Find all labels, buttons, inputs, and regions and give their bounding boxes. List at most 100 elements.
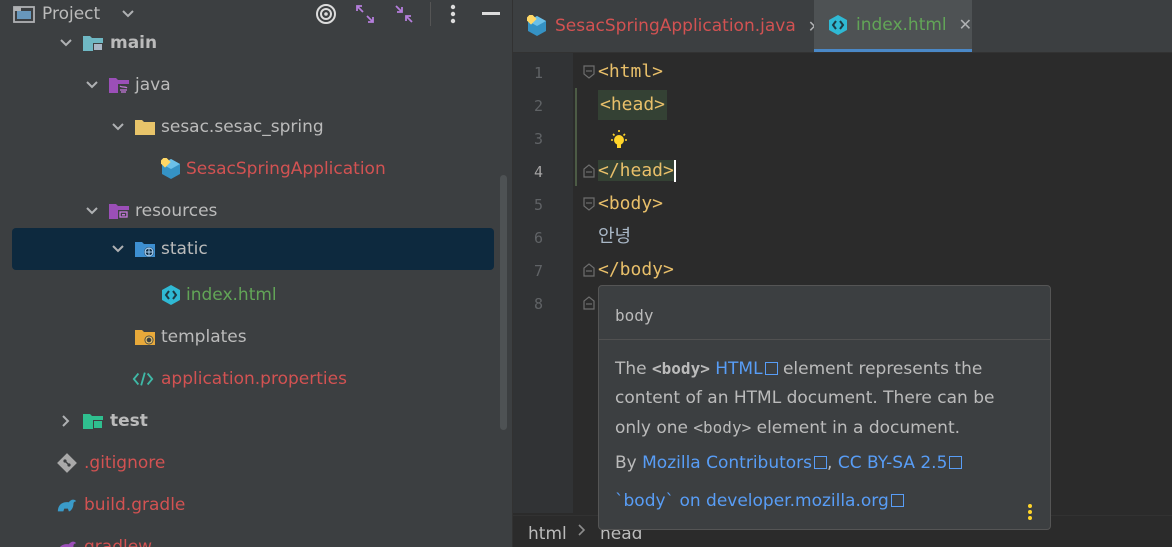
project-panel: Project main java sesac.sesac_spring Ses…: [0, 0, 512, 547]
doc-text: By: [615, 453, 643, 473]
chevron-down-icon[interactable]: [84, 203, 100, 219]
text-caret: [673, 160, 676, 182]
tree-item-resources[interactable]: resources: [0, 190, 512, 232]
project-panel-title[interactable]: Project: [42, 4, 100, 24]
mdn-source-link[interactable]: `body` on developer.mozilla.org: [615, 491, 889, 511]
tree-item-label: main: [110, 33, 158, 53]
license-link[interactable]: CC BY-SA 2.5: [838, 453, 948, 473]
chevron-down-icon[interactable]: [110, 241, 126, 257]
tree-item-label: gradlew: [84, 537, 153, 547]
code-line-7[interactable]: </body>: [598, 255, 674, 285]
doc-tag: <body>: [652, 359, 710, 378]
fold-marker-icon[interactable]: [583, 164, 595, 178]
tree-item-gitignore[interactable]: .gitignore: [0, 442, 512, 484]
tree-item-label: index.html: [186, 285, 277, 305]
tab-sesac-spring-application[interactable]: SesacSpringApplication.java ✕: [513, 0, 821, 52]
fold-marker-icon[interactable]: [583, 197, 595, 211]
doc-text: element in a document.: [751, 418, 961, 438]
tree-item-label: SesacSpringApplication: [186, 159, 386, 179]
tree-item-spring-application[interactable]: SesacSpringApplication: [0, 148, 512, 190]
java-source-folder-icon: [108, 74, 130, 96]
tree-item-label: sesac.sesac_spring: [161, 117, 324, 137]
chevron-down-icon[interactable]: [58, 35, 74, 51]
html-link[interactable]: HTML: [715, 359, 762, 379]
external-link-icon[interactable]: [764, 362, 778, 375]
chevron-down-icon[interactable]: [110, 119, 126, 135]
test-folder-icon: [82, 410, 104, 432]
tree-item-package[interactable]: sesac.sesac_spring: [0, 106, 512, 148]
html-file-icon: [828, 14, 848, 36]
chevron-right-icon[interactable]: [58, 413, 74, 429]
source-root-folder-icon: [82, 32, 104, 54]
project-scrollbar[interactable]: [500, 175, 507, 430]
code-line-1[interactable]: <html>: [598, 57, 663, 87]
tree-item-static[interactable]: static: [12, 228, 494, 270]
tree-item-build-gradle[interactable]: build.gradle: [0, 484, 512, 526]
properties-file-icon: [132, 368, 154, 390]
fold-marker-icon[interactable]: [583, 263, 595, 277]
tree-item-label: test: [110, 411, 148, 431]
tree-item-test[interactable]: test: [0, 400, 512, 442]
code-line-2[interactable]: <head>: [598, 90, 668, 120]
line-number: 1: [533, 64, 543, 82]
doc-source: `body` on developer.mozilla.org: [615, 491, 904, 511]
tree-item-templates[interactable]: templates: [0, 316, 512, 358]
spring-class-icon: [160, 158, 182, 180]
doc-separator: [599, 339, 1050, 340]
close-icon[interactable]: ✕: [959, 15, 972, 34]
doc-text: ,: [827, 453, 838, 473]
line-number: 7: [533, 262, 543, 280]
tree-item-index-html[interactable]: index.html: [0, 274, 512, 316]
documentation-popup: body The <body> HTML element represents …: [598, 285, 1051, 530]
spring-class-icon: [527, 15, 547, 37]
editor-tab-bar: SesacSpringApplication.java ✕ index.html…: [513, 0, 1172, 53]
code-line-6[interactable]: 안녕: [598, 222, 631, 252]
tree-item-label: static: [161, 239, 208, 259]
web-folder-icon: [134, 238, 156, 260]
mozilla-contributors-link[interactable]: Mozilla Contributors: [642, 453, 812, 473]
tab-index-html[interactable]: index.html ✕: [814, 0, 972, 52]
change-marker: [575, 88, 577, 186]
code-line-4[interactable]: </head>: [598, 156, 676, 186]
doc-attribution: By Mozilla Contributors, CC BY-SA 2.5: [615, 453, 963, 473]
tree-item-gradlew[interactable]: gradlew: [0, 526, 512, 547]
code-line-4-text: </head>: [598, 160, 674, 181]
tree-item-java[interactable]: java: [0, 64, 512, 106]
line-number: 5: [533, 196, 543, 214]
line-number: 8: [533, 295, 543, 313]
fold-marker-icon[interactable]: [583, 296, 595, 310]
line-number: 6: [533, 229, 543, 247]
tree-item-main[interactable]: main: [0, 22, 512, 64]
breadcrumb-separator-icon: [577, 522, 587, 543]
resources-folder-icon: [108, 200, 130, 222]
external-link-icon[interactable]: [890, 494, 904, 507]
tree-item-application-properties[interactable]: application.properties: [0, 358, 512, 400]
git-icon: [56, 452, 78, 474]
tree-item-label: .gitignore: [84, 453, 166, 473]
fold-marker-icon[interactable]: [583, 65, 595, 79]
external-link-icon[interactable]: [814, 456, 828, 469]
tree-item-label: java: [135, 75, 171, 95]
tree-item-label: build.gradle: [84, 495, 186, 515]
html-file-icon: [160, 284, 182, 306]
gradle-icon: [56, 494, 78, 516]
code-line-5[interactable]: <body>: [598, 189, 663, 219]
tab-label: SesacSpringApplication.java: [555, 16, 796, 36]
line-number-current: 4: [533, 163, 543, 181]
external-link-icon[interactable]: [949, 456, 963, 469]
chevron-down-icon[interactable]: [84, 77, 100, 93]
intention-bulb-icon[interactable]: [608, 129, 630, 153]
tree-item-label: resources: [135, 201, 218, 221]
editor-gutter[interactable]: 1 2 3 4 5 6 7 8: [513, 53, 573, 513]
doc-description: The <body> HTML element represents the c…: [615, 354, 1035, 443]
breadcrumb-item-html[interactable]: html: [528, 524, 567, 544]
doc-text: The: [615, 359, 653, 379]
gradle-icon: [56, 536, 78, 547]
doc-code: <body>: [693, 418, 752, 437]
more-options-icon[interactable]: [1027, 503, 1033, 521]
package-folder-icon: [134, 116, 156, 138]
tree-item-label: application.properties: [161, 369, 347, 389]
line-number: 3: [533, 130, 543, 148]
doc-title: body: [615, 306, 654, 325]
templates-folder-icon: [134, 326, 156, 348]
